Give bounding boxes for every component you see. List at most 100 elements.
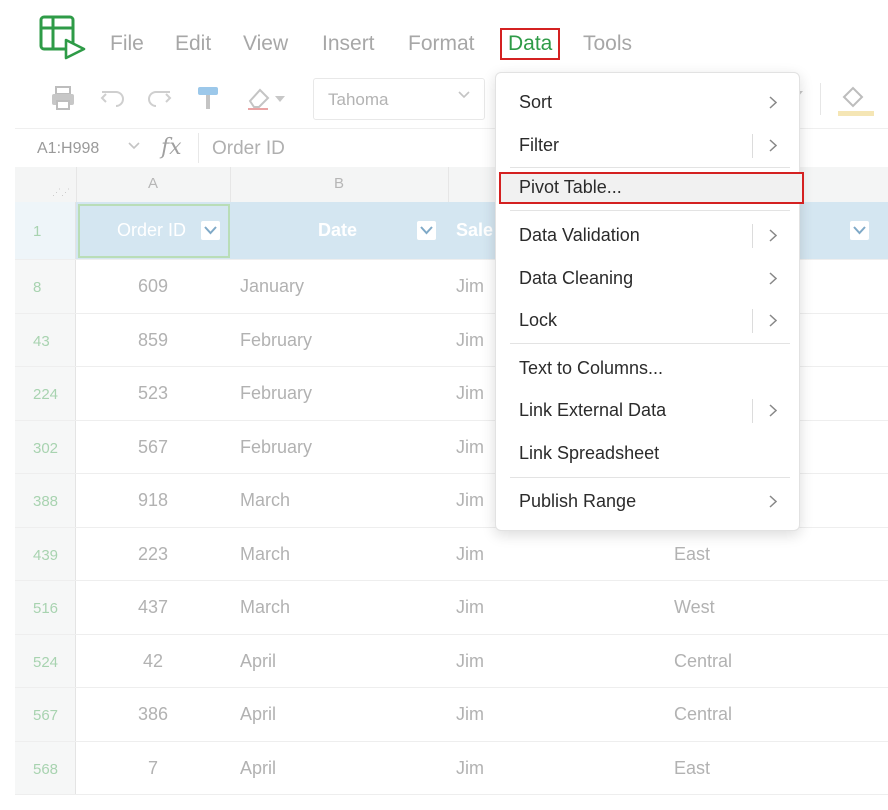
cell-date[interactable]: March	[240, 544, 290, 565]
cell-order-id[interactable]: 567	[76, 437, 230, 458]
cell-date[interactable]: February	[240, 330, 312, 351]
cell-date[interactable]: April	[240, 704, 276, 725]
cell-order-id[interactable]: 918	[76, 490, 230, 511]
undo-icon[interactable]	[98, 83, 128, 113]
menu-insert[interactable]: Insert	[322, 32, 375, 56]
row-number: 224	[33, 386, 59, 403]
menu-item-sort[interactable]: Sort	[496, 83, 799, 123]
select-all-corner[interactable]: ⋰⋰	[15, 167, 77, 202]
cell-sales-rep[interactable]: Jim	[456, 383, 484, 404]
chevron-right-icon[interactable]	[769, 404, 777, 417]
cell-region[interactable]: Central	[674, 704, 732, 725]
fill-color-icon[interactable]	[838, 81, 874, 117]
cell-date[interactable]: April	[240, 651, 276, 672]
cell-sales-rep[interactable]: Jim	[456, 544, 484, 565]
cell-sales-rep[interactable]: Jim	[456, 437, 484, 458]
menu-data[interactable]: Data	[500, 28, 561, 60]
cell-sales-rep[interactable]: Jim	[456, 276, 484, 297]
table-row: 567 386 April Jim Central	[15, 688, 888, 742]
menu-item-lock[interactable]: Lock	[496, 301, 799, 341]
chevron-right-icon[interactable]	[769, 139, 777, 152]
row-header[interactable]: 568	[15, 741, 76, 794]
column-divider[interactable]	[448, 167, 449, 202]
cell-region[interactable]: East	[674, 544, 710, 565]
cell-date[interactable]: February	[240, 383, 312, 404]
redo-icon[interactable]	[144, 83, 174, 113]
cell-date[interactable]: March	[240, 490, 290, 511]
filter-dropdown-button[interactable]	[201, 221, 220, 240]
cell-region[interactable]: Central	[674, 651, 732, 672]
cell-sales-rep[interactable]: Jim	[456, 330, 484, 351]
chevron-down-icon	[853, 226, 866, 235]
cell-reference[interactable]: A1:H998	[37, 140, 99, 158]
row-header[interactable]: 439	[15, 527, 76, 580]
menu-item-label: Pivot Table...	[519, 177, 622, 197]
row-header[interactable]: 224	[15, 367, 76, 420]
row-number: 567	[33, 707, 59, 724]
menu-item-data-validation[interactable]: Data Validation	[496, 216, 799, 256]
cell-region[interactable]: West	[674, 597, 715, 618]
header-cell-sales-rep[interactable]: Sale	[456, 220, 493, 241]
cell-order-id[interactable]: 609	[76, 276, 230, 297]
font-family-select[interactable]: Tahoma	[313, 78, 485, 120]
header-cell-date[interactable]: Date	[318, 220, 357, 241]
row-header[interactable]: 567	[15, 688, 76, 741]
print-icon[interactable]	[48, 83, 78, 113]
cell-order-id[interactable]: 523	[76, 383, 230, 404]
cell-date[interactable]: April	[240, 758, 276, 779]
cell-order-id[interactable]: 42	[76, 651, 230, 672]
cell-order-id[interactable]: 223	[76, 544, 230, 565]
clear-format-icon[interactable]	[244, 83, 274, 113]
menu-edit[interactable]: Edit	[175, 32, 211, 56]
cell-sales-rep[interactable]: Jim	[456, 758, 484, 779]
menu-item-label: Link External Data	[519, 400, 667, 420]
function-icon[interactable]: fx	[161, 135, 182, 160]
clear-format-dropdown-icon[interactable]	[275, 96, 285, 102]
cell-order-id[interactable]: 859	[76, 330, 230, 351]
header-cell-order-id[interactable]: Order ID	[117, 220, 186, 241]
row-header[interactable]: 1	[15, 202, 76, 259]
cell-sales-rep[interactable]: Jim	[456, 597, 484, 618]
cell-sales-rep[interactable]: Jim	[456, 704, 484, 725]
menu-item-pivot-table[interactable]: Pivot Table...	[496, 172, 804, 212]
cell-region[interactable]: East	[674, 758, 710, 779]
menu-file[interactable]: File	[110, 32, 144, 56]
menu-item-filter[interactable]: Filter	[496, 126, 799, 166]
cell-sales-rep[interactable]: Jim	[456, 651, 484, 672]
row-header[interactable]: 516	[15, 581, 76, 634]
row-header[interactable]: 388	[15, 474, 76, 527]
cell-date[interactable]: February	[240, 437, 312, 458]
column-header-b[interactable]: B	[230, 175, 448, 192]
row-number: 568	[33, 760, 59, 778]
row-header[interactable]: 302	[15, 420, 76, 473]
chevron-down-icon[interactable]	[128, 142, 140, 150]
paint-format-icon[interactable]	[193, 83, 223, 113]
row-number: 388	[33, 493, 59, 510]
menu-item-text-to-columns[interactable]: Text to Columns...	[496, 349, 799, 389]
menu-tools[interactable]: Tools	[583, 32, 632, 56]
cell-order-id[interactable]: 7	[76, 758, 230, 779]
chevron-right-icon	[769, 495, 777, 508]
menu-item-link-spreadsheet[interactable]: Link Spreadsheet	[496, 434, 799, 474]
filter-dropdown-button[interactable]	[850, 221, 869, 240]
formula-input[interactable]: Order ID	[212, 138, 285, 160]
column-header-a[interactable]: A	[76, 175, 230, 192]
row-header[interactable]: 8	[15, 260, 76, 313]
menu-view[interactable]: View	[243, 32, 288, 56]
cell-date[interactable]: March	[240, 597, 290, 618]
menu-item-publish-range[interactable]: Publish Range	[496, 482, 799, 522]
menu-format[interactable]: Format	[408, 32, 475, 56]
menu-item-link-external-data[interactable]: Link External Data	[496, 391, 799, 431]
chevron-right-icon[interactable]	[769, 314, 777, 327]
filter-dropdown-button[interactable]	[417, 221, 436, 240]
menu-separator	[510, 210, 790, 211]
cell-order-id[interactable]: 386	[76, 704, 230, 725]
chevron-down-icon	[458, 91, 470, 99]
chevron-right-icon[interactable]	[769, 229, 777, 242]
cell-order-id[interactable]: 437	[76, 597, 230, 618]
cell-date[interactable]: January	[240, 276, 304, 297]
row-header[interactable]: 43	[15, 313, 76, 366]
menu-item-data-cleaning[interactable]: Data Cleaning	[496, 259, 799, 299]
cell-sales-rep[interactable]: Jim	[456, 490, 484, 511]
row-header[interactable]: 524	[15, 634, 76, 687]
